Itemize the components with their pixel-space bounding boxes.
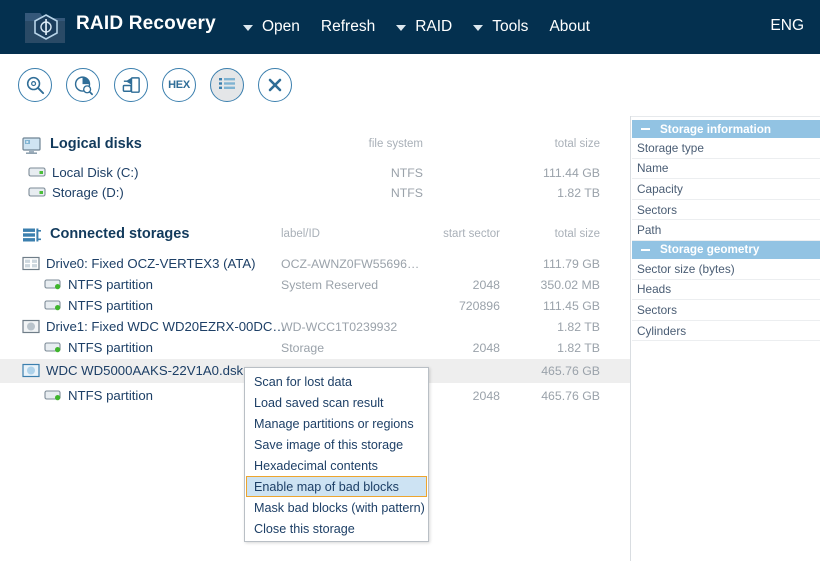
raid-recovery-window: RAID Recovery Open Refresh RAID Tools Ab… <box>0 0 820 561</box>
table-row[interactable]: Drive1: Fixed WDC WD20EZRX-00DC… WD-WCC1… <box>0 317 630 338</box>
property-label: Sectors <box>637 202 677 217</box>
chevron-down-icon <box>396 25 407 31</box>
section-header-logical-disks: Logical disks file system total size <box>0 134 630 160</box>
save-image-icon[interactable] <box>114 68 148 102</box>
property-label: Capacity <box>637 181 683 196</box>
property-label: Storage type <box>637 140 704 155</box>
hexadecimal-contents-icon[interactable]: HEX <box>162 68 196 102</box>
table-row[interactable]: NTFS partition 720896 111.45 GB <box>0 296 630 317</box>
menu-item-refresh-label: Refresh <box>320 18 376 35</box>
context-menu-item-mask-bad-blocks[interactable]: Mask bad blocks (with pattern) <box>246 497 427 518</box>
context-menu-item-close-this-storage[interactable]: Close this storage <box>246 518 427 539</box>
list-item[interactable]: Local Disk (C:) NTFS 111.44 GB <box>0 163 630 184</box>
menu-item-about[interactable]: About <box>549 18 590 36</box>
storage-properties-panel: Storage information Storage type Name Ca… <box>632 120 820 342</box>
hex-label: HEX <box>168 79 190 91</box>
close-storage-icon[interactable] <box>258 68 292 102</box>
property-row-cylinders: Cylinders <box>632 320 820 342</box>
cell-total-size: 350.02 MB <box>540 278 600 292</box>
property-row-name: Name <box>632 158 820 180</box>
panel-header-storage-information[interactable]: Storage information <box>632 120 820 138</box>
context-menu-item-scan-for-lost-data[interactable]: Scan for lost data <box>246 371 427 392</box>
context-menu-item-save-image-of-this-storage[interactable]: Save image of this storage <box>246 434 427 455</box>
menu-item-open-label: Open <box>262 18 300 35</box>
chevron-down-icon <box>473 25 484 31</box>
property-row-sectors: Sectors <box>632 199 820 221</box>
minus-icon <box>641 128 650 130</box>
app-title: RAID Recovery <box>76 13 216 34</box>
main-menubar: Open Refresh RAID Tools About <box>243 0 611 54</box>
section-header-connected-storages: Connected storages label/ID start sector… <box>0 224 630 250</box>
raid-folder-logo-icon <box>22 5 70 49</box>
table-row[interactable]: Drive0: Fixed OCZ-VERTEX3 (ATA) OCZ-AWNZ… <box>0 254 630 275</box>
column-header-total-size: total size <box>554 228 600 240</box>
chevron-down-icon <box>243 25 253 31</box>
menu-item-raid[interactable]: RAID <box>396 18 452 36</box>
menu-item-tools[interactable]: Tools <box>473 18 528 36</box>
column-header-total-size: total size <box>554 138 600 150</box>
menu-item-refresh[interactable]: Refresh <box>321 18 375 36</box>
context-menu-item-load-saved-scan-result[interactable]: Load saved scan result <box>246 392 427 413</box>
menu-item-about-label: About <box>549 18 590 35</box>
property-row-capacity: Capacity <box>632 179 820 200</box>
property-label: Name <box>637 161 669 176</box>
property-row-sector-size: Sector size (bytes) <box>632 258 820 280</box>
property-label: Cylinders <box>637 323 687 338</box>
panel-divider <box>630 116 631 561</box>
scan-for-lost-data-icon[interactable] <box>18 68 52 102</box>
list-item[interactable]: Storage (D:) NTFS 1.82 TB <box>0 183 630 204</box>
menu-item-raid-label: RAID <box>415 18 453 35</box>
menu-item-open[interactable]: Open <box>243 18 300 36</box>
list-view-icon[interactable] <box>210 68 244 102</box>
panel-header-storage-geometry[interactable]: Storage geometry <box>632 240 820 259</box>
table-row[interactable]: NTFS partition System Reserved 2048 350.… <box>0 275 630 296</box>
cell-total-size: 111.79 GB <box>543 257 600 271</box>
cell-total-size: 1.82 TB <box>557 186 600 200</box>
property-row-heads: Heads <box>632 279 820 301</box>
context-menu-item-enable-map-of-bad-blocks[interactable]: Enable map of bad blocks <box>246 476 427 497</box>
table-row[interactable]: NTFS partition Storage 2048 1.82 TB <box>0 338 630 359</box>
language-selector[interactable]: ENG <box>770 17 804 35</box>
property-label: Sector size (bytes) <box>637 261 735 276</box>
property-row-storage-type: Storage type <box>632 138 820 159</box>
disk-scan-icon[interactable] <box>66 68 100 102</box>
minus-icon <box>641 248 650 251</box>
context-menu-item-manage-partitions-or-regions[interactable]: Manage partitions or regions <box>246 413 427 434</box>
cell-total-size: 1.82 TB <box>557 341 600 355</box>
context-menu-item-hexadecimal-contents[interactable]: Hexadecimal contents <box>246 455 427 476</box>
menu-item-tools-label: Tools <box>492 18 529 35</box>
panel-title-storage-information: Storage information <box>660 122 772 136</box>
property-label: Path <box>637 223 662 238</box>
cell-total-size: 111.45 GB <box>543 299 600 313</box>
property-row-geometry-sectors: Sectors <box>632 300 820 321</box>
storage-context-menu: Scan for lost data Load saved scan resul… <box>244 367 429 542</box>
cell-total-size: 1.82 TB <box>557 320 600 334</box>
panel-title-storage-geometry: Storage geometry <box>660 243 760 257</box>
property-row-path: Path <box>632 220 820 241</box>
property-label: Sectors <box>637 302 677 317</box>
property-label: Heads <box>637 282 672 297</box>
app-header: RAID Recovery Open Refresh RAID Tools Ab… <box>0 0 820 54</box>
cell-total-size: 111.44 GB <box>543 166 600 180</box>
toolbar: HEX <box>0 54 820 117</box>
